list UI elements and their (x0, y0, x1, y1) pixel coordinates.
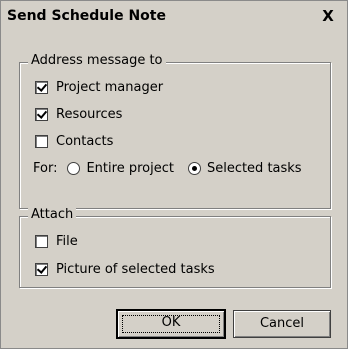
picture-of-selected-tasks-checkbox[interactable]: Picture of selected tasks (35, 262, 215, 277)
checkbox-icon[interactable] (35, 108, 48, 121)
selected-tasks-radio-label[interactable]: Selected tasks (207, 161, 302, 176)
focus-rectangle (122, 315, 220, 333)
resources-label: Resources (56, 107, 123, 122)
project-manager-label: Project manager (56, 80, 164, 95)
picture-of-selected-tasks-label: Picture of selected tasks (56, 262, 215, 277)
dialog-title: Send Schedule Note (7, 8, 166, 24)
attach-group: Attach (19, 207, 331, 288)
resources-checkbox[interactable]: Resources (35, 107, 122, 122)
ok-button[interactable]: OK (116, 309, 226, 339)
attach-group-label: Attach (28, 207, 77, 222)
file-label: File (56, 234, 78, 249)
radio-icon[interactable] (187, 162, 201, 175)
project-manager-checkbox[interactable]: Project manager (35, 80, 163, 95)
cancel-button[interactable]: Cancel (233, 310, 331, 338)
address-group-label: Address message to (28, 53, 166, 68)
title-bar: Send Schedule Note X (1, 1, 347, 32)
radio-icon[interactable] (67, 162, 81, 175)
checkbox-icon[interactable] (35, 263, 48, 276)
close-button[interactable]: X (319, 7, 337, 25)
checkbox-icon[interactable] (35, 81, 48, 94)
for-row: For: Entire project Selected tasks (33, 161, 302, 176)
send-schedule-note-dialog: Send Schedule Note X Address message to … (0, 0, 348, 349)
cancel-button-label: Cancel (259, 316, 305, 331)
checkbox-icon[interactable] (35, 135, 48, 148)
contacts-label: Contacts (56, 134, 114, 149)
file-checkbox[interactable]: File (35, 234, 78, 249)
contacts-checkbox[interactable]: Contacts (35, 134, 113, 149)
for-label: For: (33, 161, 58, 176)
entire-project-radio-label[interactable]: Entire project (86, 161, 173, 176)
checkbox-icon[interactable] (35, 235, 48, 248)
